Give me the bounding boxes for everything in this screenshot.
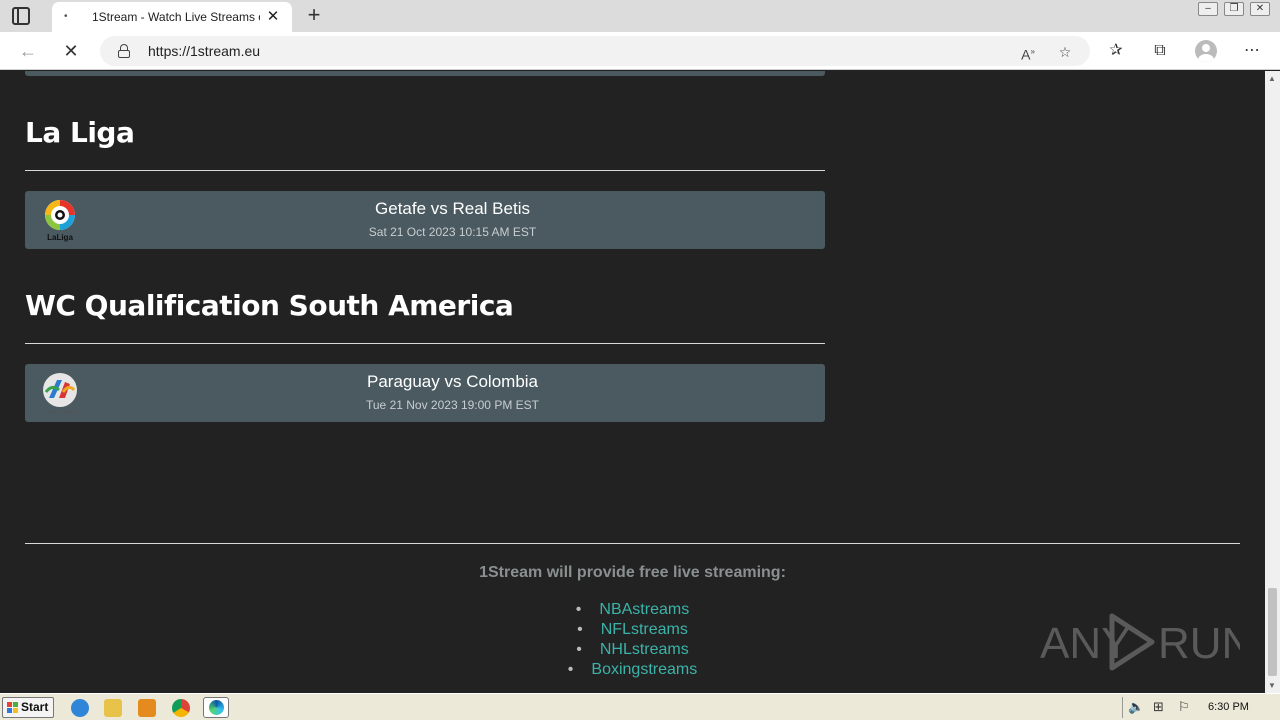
browser-toolbar: ← ✕ https://1stream.eu A» ☆ ✰ ⧉ ⋯ xyxy=(0,32,1280,70)
previous-match-card[interactable] xyxy=(25,71,825,76)
lock-icon[interactable] xyxy=(118,44,130,58)
match-time: Tue 21 Nov 2023 19:00 PM EST xyxy=(366,398,539,412)
more-options-icon[interactable]: ⋯ xyxy=(1241,40,1263,62)
league-title-wc-qualification: WC Qualification South America xyxy=(25,289,514,322)
minimize-button[interactable]: – xyxy=(1198,2,1218,16)
match-name: Paraguay vs Colombia xyxy=(366,372,539,391)
svg-text:RUN: RUN xyxy=(1158,619,1240,668)
tab-close-icon[interactable]: ✕ xyxy=(264,8,282,26)
page-scrollbar[interactable]: ▲ ▼ xyxy=(1265,71,1280,693)
edge-icon xyxy=(209,700,224,715)
network-icon[interactable]: ⊞ xyxy=(1153,699,1164,715)
scroll-down-arrow-icon[interactable]: ▼ xyxy=(1268,681,1276,690)
internet-explorer-icon[interactable] xyxy=(71,699,89,717)
windows-flag-icon xyxy=(7,702,18,713)
scrollbar-thumb[interactable] xyxy=(1268,588,1277,676)
windows-taskbar: Start 🔈 ⊞ ⚐ 6:30 PM xyxy=(0,693,1280,720)
collections-icon[interactable]: ⧉ xyxy=(1149,40,1171,62)
chrome-icon[interactable] xyxy=(172,699,190,717)
address-bar[interactable]: https://1stream.eu A» ☆ xyxy=(100,36,1090,66)
league-divider xyxy=(25,170,825,171)
taskbar-clock[interactable]: 6:30 PM xyxy=(1208,701,1249,713)
tab-actions-icon[interactable] xyxy=(12,7,30,25)
window-controls: – ❐ ✕ xyxy=(1198,2,1270,20)
new-tab-plus-icon[interactable]: + xyxy=(302,3,326,27)
action-center-flag-icon[interactable]: ⚐ xyxy=(1178,699,1190,715)
page-viewport: La Liga LaLiga Getafe vs Real Betis Sat … xyxy=(0,71,1265,693)
footer-heading: 1Stream will provide free live streaming… xyxy=(479,564,786,581)
match-time: Sat 21 Oct 2023 10:15 AM EST xyxy=(368,225,537,239)
browser-tab[interactable]: • 1Stream - Watch Live Streams o ✕ xyxy=(52,2,292,32)
scroll-up-arrow-icon[interactable]: ▲ xyxy=(1268,74,1276,83)
loading-favicon-icon: • xyxy=(64,11,68,22)
restore-button[interactable]: ❐ xyxy=(1224,2,1244,16)
back-arrow-icon[interactable]: ← xyxy=(16,39,40,63)
tray-separator xyxy=(1122,697,1123,718)
anyrun-watermark-logo: ANY RUN xyxy=(1040,613,1240,671)
volume-icon[interactable]: 🔈 xyxy=(1128,699,1144,715)
start-label: Start xyxy=(21,700,49,714)
league-divider xyxy=(25,343,825,344)
file-explorer-icon[interactable] xyxy=(104,699,122,717)
read-aloud-icon[interactable]: A» xyxy=(1018,42,1038,63)
url-text[interactable]: https://1stream.eu xyxy=(148,43,260,59)
footer-divider xyxy=(25,543,1240,544)
profile-avatar-icon[interactable] xyxy=(1195,40,1217,62)
media-player-icon[interactable] xyxy=(138,699,156,717)
edge-taskbar-button[interactable] xyxy=(203,697,229,718)
match-name: Getafe vs Real Betis xyxy=(375,199,530,218)
close-window-button[interactable]: ✕ xyxy=(1250,2,1270,16)
stop-loading-icon[interactable]: ✕ xyxy=(59,39,83,63)
match-card-getafe-betis[interactable]: LaLiga Getafe vs Real Betis Sat 21 Oct 2… xyxy=(25,191,825,249)
favorites-icon[interactable]: ✰ xyxy=(1105,40,1127,62)
match-card-paraguay-colombia[interactable]: UNITED2026 Paraguay vs Colombia Tue 21 N… xyxy=(25,364,825,422)
browser-tab-bar: • 1Stream - Watch Live Streams o ✕ + – ❐… xyxy=(0,0,1280,32)
svg-text:ANY: ANY xyxy=(1040,619,1130,668)
league-title-laliga: La Liga xyxy=(25,116,135,149)
tab-title: 1Stream - Watch Live Streams o xyxy=(92,10,260,24)
start-button[interactable]: Start xyxy=(2,697,54,718)
add-favorite-icon[interactable]: ☆ xyxy=(1055,42,1075,62)
